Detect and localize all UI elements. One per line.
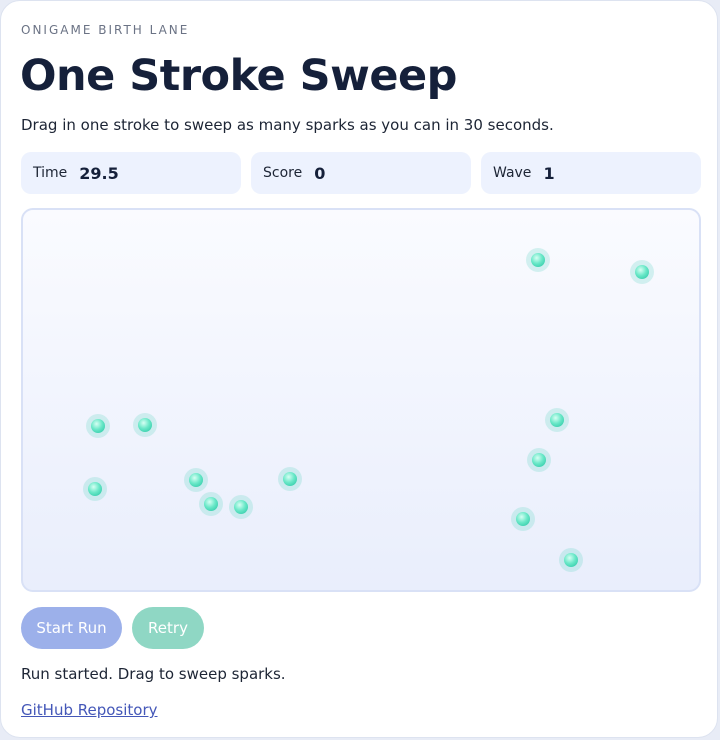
spark-icon[interactable] — [199, 492, 223, 516]
spark-icon[interactable] — [527, 448, 551, 472]
spark-icon[interactable] — [630, 260, 654, 284]
spark-icon[interactable] — [511, 507, 535, 531]
spark-icon[interactable] — [83, 477, 107, 501]
retry-button[interactable]: Retry — [132, 607, 204, 649]
stat-wave-label: Wave — [493, 165, 532, 181]
github-repository-link[interactable]: GitHub Repository — [21, 701, 158, 719]
page-title: One Stroke Sweep — [20, 51, 457, 101]
stat-wave-value: 1 — [543, 163, 555, 183]
spark-icon[interactable] — [278, 467, 302, 491]
spark-icon[interactable] — [86, 414, 110, 438]
stat-time-label: Time — [33, 165, 68, 181]
spark-icon[interactable] — [545, 408, 569, 432]
stat-score-label: Score — [263, 165, 303, 181]
sweep-playfield[interactable] — [21, 208, 701, 592]
stat-time: Time 29.5 — [21, 152, 241, 194]
stat-score-value: 0 — [314, 163, 326, 183]
stat-score: Score 0 — [251, 152, 471, 194]
spark-icon[interactable] — [133, 413, 157, 437]
instructions-text: Drag in one stroke to sweep as many spar… — [21, 116, 554, 134]
status-message: Run started. Drag to sweep sparks. — [21, 665, 286, 683]
spark-icon[interactable] — [184, 468, 208, 492]
kicker-label: ONIGAME BIRTH LANE — [21, 23, 190, 37]
game-card: ONIGAME BIRTH LANE One Stroke Sweep Drag… — [0, 0, 718, 738]
spark-icon[interactable] — [559, 548, 583, 572]
spark-icon[interactable] — [229, 495, 253, 519]
stat-wave: Wave 1 — [481, 152, 701, 194]
start-run-button[interactable]: Start Run — [21, 607, 122, 649]
stat-time-value: 29.5 — [79, 163, 119, 183]
spark-icon[interactable] — [526, 248, 550, 272]
